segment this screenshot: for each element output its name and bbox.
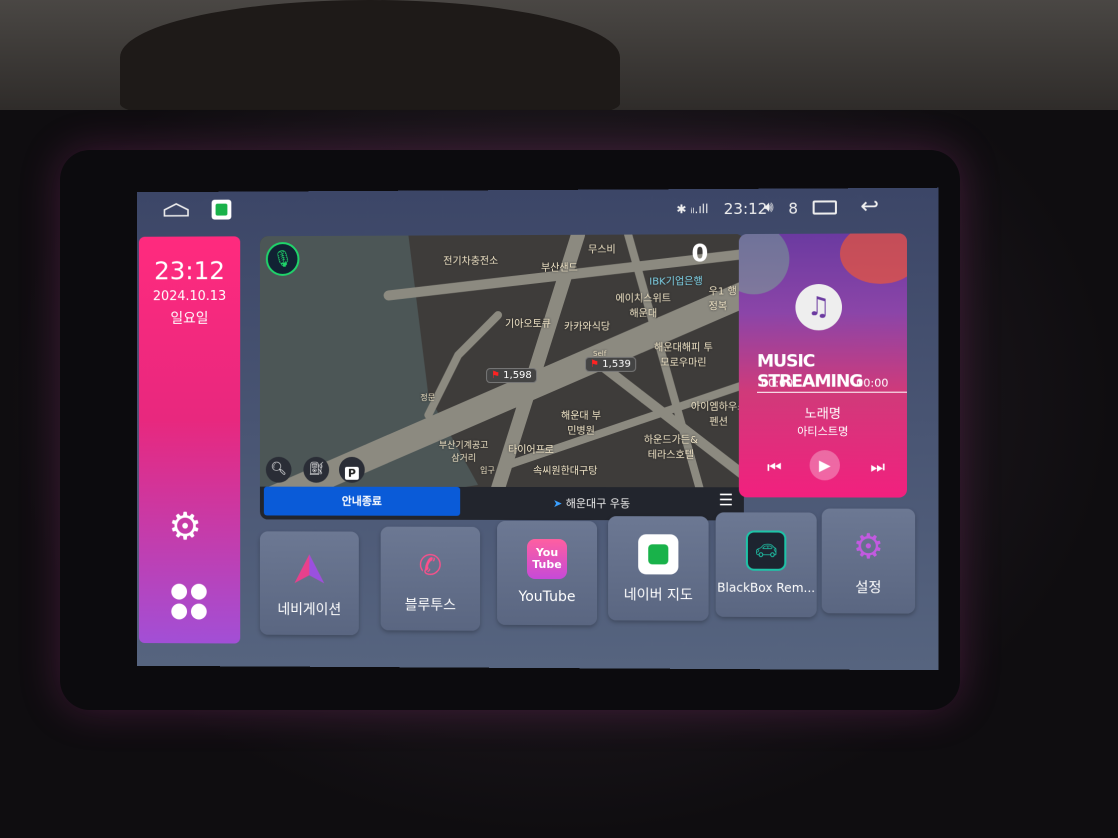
app-bluetooth[interactable]: ✆ 블루투스 xyxy=(380,526,481,631)
music-widget: ♫ MUSIC STREAMING 00:00 00:00 노래명 아티스트명 … xyxy=(738,233,907,498)
naver-map-icon xyxy=(638,534,679,575)
clock-weekday: 일요일 xyxy=(170,310,209,327)
speed-indicator: 0 xyxy=(691,239,709,268)
app-label: 네이버 지도 xyxy=(623,587,693,604)
map-label: 정문 xyxy=(420,393,436,403)
background-passenger-head xyxy=(120,0,620,115)
map-label: 카카와식당 xyxy=(564,321,611,333)
back-icon[interactable]: ↩ xyxy=(860,194,879,219)
next-track-button[interactable]: ⏭︎ xyxy=(870,457,885,477)
head-unit-screen: ✱ ᵢₗ.ıll 23:12 🔊︎ 8 ↩ 23:12 2024.10.13 일… xyxy=(136,187,939,671)
fuel-price-marker[interactable]: ⚑ 1,598 xyxy=(486,367,537,384)
fuel-price: 1,598 xyxy=(503,370,532,382)
search-icon[interactable]: 🔍︎ xyxy=(265,456,292,483)
map-label: 아이엠하우스 펜션 xyxy=(690,401,744,428)
map-label: 하운드가든& 테라스호텔 xyxy=(643,435,698,462)
elapsed-time: 00:00 xyxy=(761,376,794,390)
app-label: 설정 xyxy=(855,580,882,597)
app-label: 네비게이션 xyxy=(277,601,342,619)
map-label: 입구 xyxy=(480,465,495,475)
song-title: 노래명 xyxy=(804,406,841,422)
app-naver-map[interactable]: 네이버 지도 xyxy=(608,516,709,621)
home-icon[interactable] xyxy=(162,202,190,218)
artist-name: 아티스트명 xyxy=(797,424,849,439)
app-blackbox[interactable]: 🚗︎ BlackBox Rem... xyxy=(715,512,817,618)
naver-map-app-icon[interactable] xyxy=(211,199,232,220)
bluetooth-phone-icon: ✆ xyxy=(418,548,442,582)
map-label: 기아오토큐 xyxy=(505,318,551,331)
status-time: 23:12 xyxy=(723,199,768,219)
recent-apps-icon[interactable] xyxy=(812,200,837,215)
menu-icon[interactable]: ☰ xyxy=(719,490,733,509)
app-settings[interactable]: ⚙ 설정 xyxy=(821,508,916,614)
bluetooth-signal-icons: ✱ ᵢₗ.ıll xyxy=(676,202,709,217)
map-label: 에이치스위트 해운대 xyxy=(615,293,671,320)
navigation-arrow-icon xyxy=(290,549,330,589)
map-label: 해운대해피 투모로우마린 xyxy=(654,342,713,369)
voice-mic-button[interactable]: 🎙︎ xyxy=(265,242,300,276)
fuel-price: 1,539 xyxy=(602,358,631,370)
volume-level: 8 xyxy=(788,199,798,218)
map-label: 우1 행정복 xyxy=(708,286,737,313)
settings-gear-icon: ⚙ xyxy=(852,526,884,568)
app-youtube[interactable]: You Tube YouTube xyxy=(497,520,598,626)
clock-time: 23:12 xyxy=(154,256,225,286)
apps-grid-icon[interactable] xyxy=(169,582,208,622)
navigation-map[interactable]: 🎙︎ 0 전기차충전소 부산샌드 무스비 IBK기업은행 에이치스위트 해운대 … xyxy=(259,234,744,521)
blackbox-icon: 🚗︎ xyxy=(745,530,787,571)
map-label: 부산샌드 xyxy=(540,262,578,274)
clock-date: 2024.10.13 xyxy=(152,289,227,305)
stop-guidance-button[interactable]: 안내종료 xyxy=(263,486,461,516)
fuel-station-icon[interactable]: ⛽︎ xyxy=(303,456,330,483)
parking-icon[interactable]: P xyxy=(339,456,365,483)
location-text: 해운대구 우동 xyxy=(565,497,631,511)
map-label: IBK기업은행 xyxy=(649,276,703,288)
gear-icon[interactable]: ⚙ xyxy=(168,504,202,548)
youtube-icon: You Tube xyxy=(527,538,568,580)
location-arrow-icon: ➤ xyxy=(552,497,563,511)
clock-panel: 23:12 2024.10.13 일요일 ⚙ xyxy=(138,236,241,644)
play-button[interactable]: ▶ xyxy=(809,450,840,481)
map-label: 속씨원한대구탕 xyxy=(533,465,598,478)
map-label: 무스비 xyxy=(588,244,616,256)
app-navigation[interactable]: 네비게이션 xyxy=(259,531,359,636)
volume-icon[interactable]: 🔊︎ xyxy=(764,198,774,216)
previous-track-button[interactable]: ⏮︎ xyxy=(767,457,782,477)
current-location: ➤ 해운대구 우동 xyxy=(553,495,630,511)
map-label: 전기차충전소 xyxy=(443,256,499,268)
app-label: YouTube xyxy=(518,588,576,606)
duration-time: 00:00 xyxy=(856,376,889,390)
music-note-icon: ♫ xyxy=(795,283,843,331)
app-label: 블루투스 xyxy=(404,597,456,614)
map-label: 타이어프로 xyxy=(508,444,554,457)
map-label: 해운대 부민병원 xyxy=(561,410,602,438)
map-label: 부산기계공고 삼거리 xyxy=(438,440,489,464)
app-label: BlackBox Rem... xyxy=(717,580,816,596)
fuel-price-marker[interactable]: ⚑ 1,539 xyxy=(585,356,636,372)
